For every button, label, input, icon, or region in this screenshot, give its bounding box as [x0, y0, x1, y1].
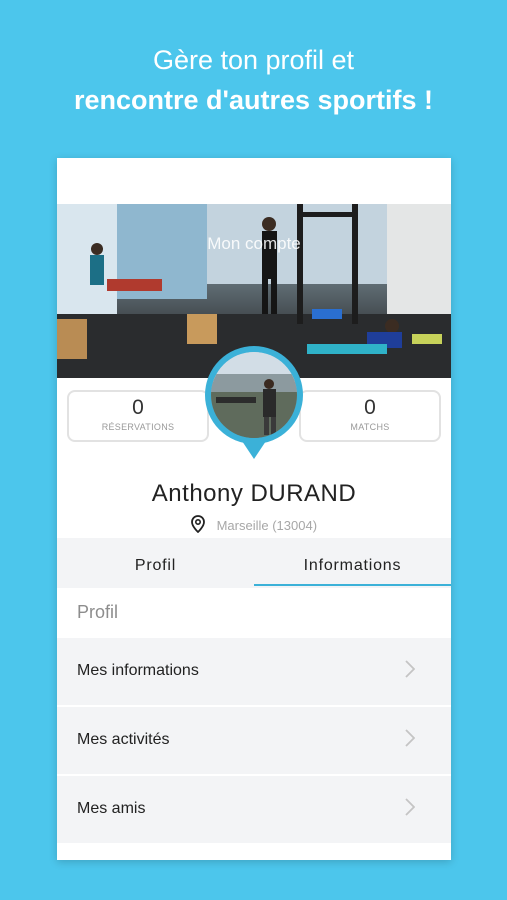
avatar[interactable] — [205, 346, 303, 444]
screen-title: Mon compte — [207, 234, 301, 253]
avatar-pointer — [242, 441, 266, 459]
location-text: Marseille (13004) — [216, 518, 318, 533]
promo-header: Gère ton profil et rencontre d'autres sp… — [0, 40, 507, 120]
matchs-stat[interactable]: 0 MATCHS — [299, 390, 441, 442]
promo-line-2: rencontre d'autres sportifs ! — [74, 85, 433, 115]
reservations-count: 0 — [132, 396, 144, 419]
app-screen: Mon compte 0 RÉSERVATIONS 0 MATCHS Antho… — [57, 158, 451, 860]
chevron-right-icon — [405, 798, 415, 816]
reservations-label: RÉSERVATIONS — [101, 422, 175, 432]
reservations-stat[interactable]: 0 RÉSERVATIONS — [67, 390, 209, 442]
profile-location: Marseille (13004) — [57, 515, 451, 536]
tab-informations[interactable]: Informations — [254, 538, 451, 588]
profile-menu: Mes informations Mes activités Mes amis — [57, 638, 451, 845]
chevron-right-icon — [405, 729, 415, 747]
tab-profil[interactable]: Profil — [57, 538, 254, 588]
location-pin-icon — [191, 515, 205, 536]
promo-line-1: Gère ton profil et — [152, 45, 355, 75]
menu-item-label: Mes activités — [77, 731, 170, 748]
avatar-photo — [211, 352, 297, 438]
chevron-right-icon — [405, 660, 415, 678]
menu-item-mes-amis[interactable]: Mes amis — [57, 776, 451, 845]
profile-name: Anthony DURAND — [151, 480, 357, 507]
menu-item-label: Mes informations — [77, 662, 199, 679]
active-tab-indicator — [254, 584, 451, 586]
menu-item-mes-activites[interactable]: Mes activités — [57, 707, 451, 776]
matchs-label: MATCHS — [350, 422, 390, 432]
menu-item-label: Mes amis — [77, 800, 146, 817]
section-title: Profil — [77, 602, 119, 622]
tab-bar: Profil Informations — [57, 538, 451, 588]
matchs-count: 0 — [364, 396, 376, 419]
menu-item-mes-informations[interactable]: Mes informations — [57, 638, 451, 707]
